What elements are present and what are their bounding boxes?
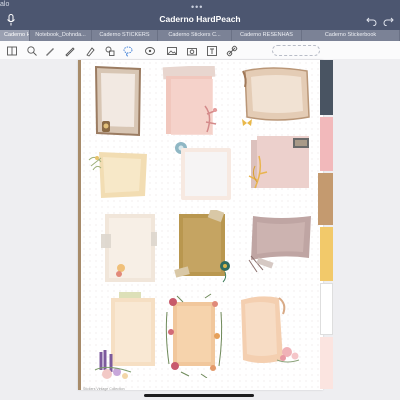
divider-tab-white[interactable] xyxy=(320,283,333,335)
home-indicator[interactable] xyxy=(144,394,254,397)
sticker-icon[interactable] xyxy=(144,44,156,56)
pages-icon[interactable] xyxy=(6,44,18,56)
app-switcher-label[interactable]: alo xyxy=(0,1,9,8)
cream-paper-sticker[interactable] xyxy=(97,210,159,286)
title-bar: alo ••• Caderno HardPeach xyxy=(0,0,400,30)
image-icon[interactable] xyxy=(166,44,178,56)
camera-icon[interactable] xyxy=(186,44,198,56)
zoom-icon[interactable] xyxy=(26,44,38,56)
highlighter-icon[interactable] xyxy=(84,44,96,57)
undo-icon[interactable] xyxy=(366,13,377,27)
butterfly-sticker[interactable] xyxy=(241,118,253,128)
mauve-paper-sticker[interactable] xyxy=(245,214,317,276)
text-icon[interactable] xyxy=(206,44,218,56)
page-footer-text: Stickers Vintage Collection xyxy=(83,387,125,391)
tab-notebook-dohnda[interactable]: Notebook_Dohnda... xyxy=(30,30,92,41)
torn-paper-sticker[interactable] xyxy=(87,150,149,200)
peach-scroll-sticker[interactable] xyxy=(237,294,309,368)
floral-frame-sticker[interactable] xyxy=(161,292,227,378)
link-icon[interactable] xyxy=(226,44,238,57)
lasso-icon[interactable] xyxy=(122,44,134,57)
color-palette-pill[interactable] xyxy=(272,45,320,56)
pink-note-sticker[interactable] xyxy=(161,66,223,138)
divider-tab-slate[interactable] xyxy=(320,60,333,115)
tab-caderno-hardpeach[interactable]: Caderno HardPeach xyxy=(0,30,30,41)
parchment-sticker[interactable] xyxy=(93,65,143,137)
tools-toolbar xyxy=(0,41,400,60)
tab-caderno-resenhas[interactable]: Caderno RESENHAS xyxy=(232,30,302,41)
floral-note-sticker[interactable] xyxy=(91,290,157,380)
scroll-sticker[interactable] xyxy=(241,65,313,125)
divider-tab-blush[interactable] xyxy=(320,337,333,389)
pen-icon[interactable] xyxy=(44,44,56,56)
notebook-page[interactable] xyxy=(78,60,323,390)
tab-caderno-stickers[interactable]: Caderno STICKERS xyxy=(92,30,158,41)
divider-tab-yellow[interactable] xyxy=(320,227,333,281)
tab-caderno-stickerbook[interactable]: Caderno Stickerbook xyxy=(302,30,400,41)
shapes-icon[interactable] xyxy=(104,44,116,56)
notebook-tabs: Caderno HardPeach Notebook_Dohnda... Cad… xyxy=(0,30,400,41)
document-title[interactable]: Caderno HardPeach xyxy=(0,14,400,24)
divider-tab-pink[interactable] xyxy=(320,117,333,171)
tab-caderno-stickers-c[interactable]: Caderno Stickers C... xyxy=(158,30,232,41)
collage-sticker[interactable] xyxy=(247,136,313,196)
divider-tab-tan[interactable] xyxy=(318,173,333,225)
kraft-paper-sticker[interactable] xyxy=(173,210,235,284)
pencil-icon[interactable] xyxy=(64,44,76,57)
multitask-handle[interactable]: ••• xyxy=(191,2,203,12)
redo-icon[interactable] xyxy=(383,13,394,27)
white-frame-sticker[interactable] xyxy=(173,140,235,204)
